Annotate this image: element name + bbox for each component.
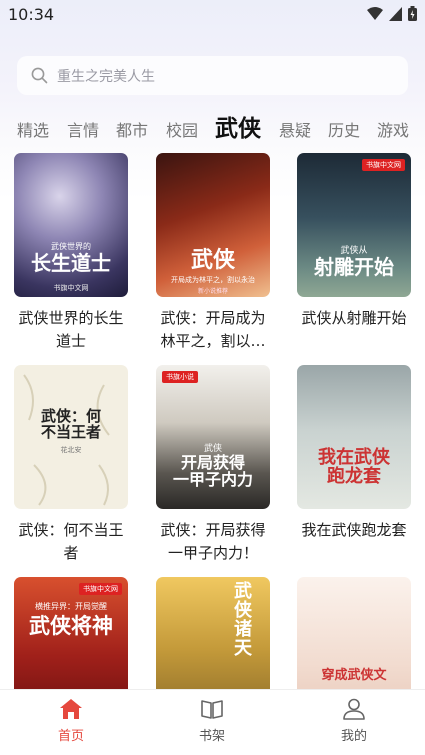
search-placeholder: 重生之完美人生 xyxy=(57,68,155,85)
book-card[interactable]: 书旗中文网 武侠从 射雕开始 武侠从射雕开始 xyxy=(297,153,411,330)
book-title: 武侠：开局获得一甲子内力！ xyxy=(160,521,266,562)
book-cover: 武侠：何 不当王者 花北安 xyxy=(14,365,128,509)
book-cover: 我在武侠 跑龙套 xyxy=(297,365,411,509)
tab-wuxia[interactable]: 武侠 xyxy=(215,109,261,143)
signal-icon xyxy=(389,6,402,21)
book-title: 武侠：开局成为林平之，割以… xyxy=(160,309,266,350)
cover-title: 开局获得 一甲子内力 xyxy=(172,453,253,489)
home-icon xyxy=(60,699,82,719)
nav-profile[interactable]: 我的 xyxy=(314,698,394,744)
tab-xuanyi[interactable]: 悬疑 xyxy=(279,117,311,141)
nav-home-label: 首页 xyxy=(57,729,84,744)
nav-profile-label: 我的 xyxy=(340,729,367,744)
cover-subtitle: 开局成为林平之，割以永治 xyxy=(171,276,255,284)
book-title: 武侠从射雕开始 xyxy=(301,309,407,327)
wifi-icon xyxy=(367,6,383,20)
book-cover: 武侠 开局成为林平之，割以永治 新小说推荐 xyxy=(156,153,270,297)
book-card[interactable]: 我在武侠 跑龙套 我在武侠跑龙套 xyxy=(297,365,411,542)
book-card[interactable]: 书旗小说 武侠 开局获得 一甲子内力 武侠：开局获得一甲子内力！ xyxy=(156,365,270,565)
cover-author: 花北安 xyxy=(60,446,82,454)
cover-title: 长生道士 xyxy=(31,251,111,275)
status-icons xyxy=(367,6,417,21)
cover-title: 射雕开始 xyxy=(314,255,394,279)
bottom-nav: 首页 书架 我的 xyxy=(0,689,425,755)
search-bar[interactable]: 重生之完美人生 xyxy=(17,56,408,95)
cover-title: 武侠 xyxy=(190,247,235,273)
cover-badge: 书旗中文网 xyxy=(79,583,122,595)
cover-badge: 书旗中文网 xyxy=(362,159,405,171)
book-cover: 书旗中文网 武侠从 射雕开始 xyxy=(297,153,411,297)
tab-jingxuan[interactable]: 精选 xyxy=(17,117,49,141)
book-title: 武侠：何不当王者 xyxy=(18,521,124,562)
tab-dushi[interactable]: 都市 xyxy=(116,117,148,141)
bookshelf-icon xyxy=(201,700,223,719)
cover-title: 我在武侠 跑龙套 xyxy=(318,447,390,487)
tab-youxi[interactable]: 游戏 xyxy=(377,117,409,141)
book-card[interactable]: 武侠世界的 长生道士 书旗中文网 武侠世界的长生道士 xyxy=(14,153,128,353)
nav-home[interactable]: 首页 xyxy=(31,698,111,744)
status-time: 10:34 xyxy=(8,5,55,24)
cover-title: 武侠：何 不当王者 xyxy=(40,407,101,441)
cover-publisher: 新小说推荐 xyxy=(197,288,228,295)
tab-yanqing[interactable]: 言情 xyxy=(67,117,99,141)
nav-bookshelf[interactable]: 书架 xyxy=(172,698,252,744)
tab-xiaoyuan[interactable]: 校园 xyxy=(166,117,198,141)
profile-icon xyxy=(343,698,365,720)
search-icon xyxy=(31,67,49,85)
cover-title: 穿成武侠文 xyxy=(321,668,387,683)
book-cover: 书旗小说 武侠 开局获得 一甲子内力 xyxy=(156,365,270,509)
status-bar: 10:34 xyxy=(0,0,425,30)
cover-title: 武 侠 诸 天 xyxy=(234,581,252,659)
battery-icon xyxy=(408,6,417,21)
book-card[interactable]: 武侠 开局成为林平之，割以永治 新小说推荐 武侠：开局成为林平之，割以… xyxy=(156,153,270,353)
cover-badge: 书旗小说 xyxy=(162,371,198,383)
nav-bookshelf-label: 书架 xyxy=(198,729,225,744)
book-title: 我在武侠跑龙套 xyxy=(301,521,407,539)
cover-subtitle: 横推异界：开局觉醒 xyxy=(35,602,107,611)
cover-title: 武侠将神 xyxy=(29,613,113,638)
book-title: 武侠世界的长生道士 xyxy=(18,309,124,350)
book-cover: 武侠世界的 长生道士 书旗中文网 xyxy=(14,153,128,297)
category-tabs: 精选 言情 都市 校园 武侠 悬疑 历史 游戏 xyxy=(0,108,425,144)
cover-publisher: 书旗中文网 xyxy=(53,284,89,292)
book-card[interactable]: 武侠：何 不当王者 花北安 武侠：何不当王者 xyxy=(14,365,128,565)
tab-lishi[interactable]: 历史 xyxy=(328,117,360,141)
